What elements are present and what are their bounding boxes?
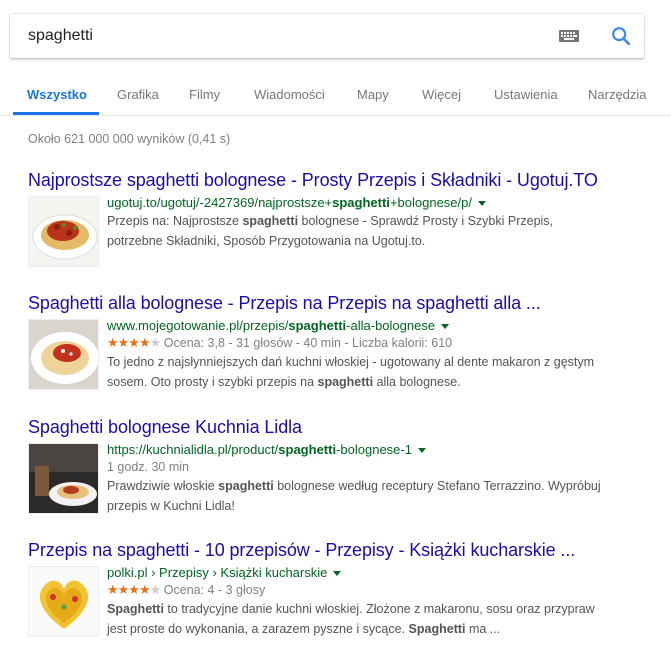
search-result: Spaghetti alla bolognese - Przepis na Pr…: [28, 293, 648, 390]
tab-wszystko[interactable]: Wszystko: [27, 87, 87, 102]
spaghetti-image: [29, 567, 98, 636]
caret-down-icon[interactable]: [441, 324, 450, 330]
result-snippet: Przepis na: Najprostsze spaghetti bologn…: [107, 214, 554, 248]
result-url: polki.pl › Przepisy › Książki kucharskie: [107, 564, 647, 581]
tab-wiecej[interactable]: Więcej: [422, 87, 461, 102]
result-url: https://kuchnialidla.pl/product/spaghett…: [107, 441, 647, 458]
search-tabs: Wszystko Grafika Filmy Wiadomości Mapy W…: [0, 78, 671, 116]
result-thumbnail[interactable]: [28, 566, 99, 637]
result-rating: ★★★★★ Ocena: 4 - 3 głosy: [107, 582, 266, 597]
spaghetti-image: [29, 197, 98, 266]
caret-down-icon[interactable]: [417, 448, 426, 454]
star-icon: ★★★★★: [107, 335, 161, 350]
caret-down-icon[interactable]: [477, 201, 486, 207]
search-box: [10, 14, 644, 58]
result-meta: polki.pl › Przepisy › Książki kucharskie…: [107, 564, 647, 639]
result-url: ugotuj.to/ugotuj/-2427369/najprostsze+sp…: [107, 194, 647, 211]
result-meta: ugotuj.to/ugotuj/-2427369/najprostsze+sp…: [107, 194, 647, 251]
spaghetti-image: [29, 444, 98, 513]
result-title-link[interactable]: Najprostsze spaghetti bolognese - Prosty…: [28, 170, 648, 191]
spaghetti-image: [29, 320, 98, 389]
result-url: www.mojegotowanie.pl/przepis/spaghetti-a…: [107, 317, 647, 334]
result-rating: ★★★★★ Ocena: 3,8 - 31 głosów - 40 min - …: [107, 335, 453, 350]
keyboard-icon[interactable]: [559, 30, 579, 42]
result-snippet: Prawdziwie włoskie spaghetti bolognese w…: [107, 479, 601, 513]
result-stats: Około 621 000 000 wyników (0,41 s): [28, 132, 231, 146]
tab-mapy[interactable]: Mapy: [357, 87, 389, 102]
active-tab-indicator: [13, 112, 99, 115]
search-result: Najprostsze spaghetti bolognese - Prosty…: [28, 170, 648, 267]
result-title-link[interactable]: Przepis na spaghetti - 10 przepisów - Pr…: [28, 540, 648, 561]
search-result: Spaghetti bolognese Kuchnia Lidla https:…: [28, 417, 648, 514]
result-thumbnail[interactable]: [28, 196, 99, 267]
result-thumbnail[interactable]: [28, 443, 99, 514]
tab-narzedzia[interactable]: Narzędzia: [588, 87, 647, 102]
tab-filmy[interactable]: Filmy: [189, 87, 220, 102]
result-thumbnail[interactable]: [28, 319, 99, 390]
result-snippet: To jedno z najsłynniejszych dań kuchni w…: [107, 355, 595, 389]
tab-ustawienia[interactable]: Ustawienia: [494, 87, 558, 102]
result-meta: https://kuchnialidla.pl/product/spaghett…: [107, 441, 647, 516]
result-title-link[interactable]: Spaghetti alla bolognese - Przepis na Pr…: [28, 293, 648, 314]
result-title-link[interactable]: Spaghetti bolognese Kuchnia Lidla: [28, 417, 648, 438]
result-cook-time: 1 godz. 30 min: [107, 460, 189, 474]
star-icon: ★★★★★: [107, 582, 161, 597]
search-result: Przepis na spaghetti - 10 przepisów - Pr…: [28, 540, 648, 637]
tab-wiadomosci[interactable]: Wiadomości: [254, 87, 325, 102]
result-meta: www.mojegotowanie.pl/przepis/spaghetti-a…: [107, 317, 647, 392]
result-snippet: Spaghetti to tradycyjne danie kuchni wło…: [107, 602, 595, 636]
search-icon[interactable]: [610, 25, 632, 47]
search-input[interactable]: [28, 25, 528, 47]
tab-grafika[interactable]: Grafika: [117, 87, 159, 102]
caret-down-icon[interactable]: [333, 571, 342, 577]
